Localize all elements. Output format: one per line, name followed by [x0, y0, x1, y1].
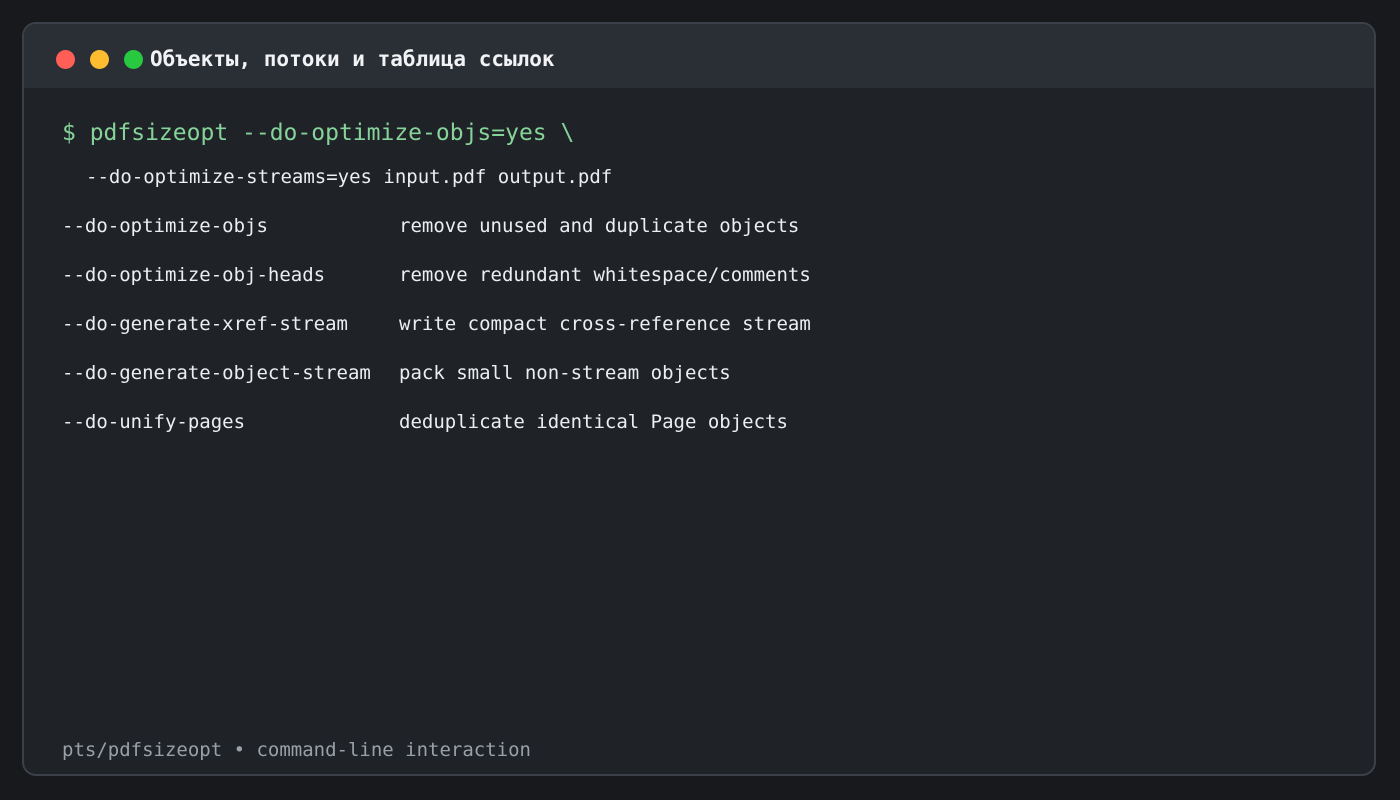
footer-caption: pts/pdfsizeopt • command-line interactio… [62, 739, 531, 761]
option-flag: --do-optimize-obj-heads [62, 264, 326, 286]
option-description: remove unused and duplicate objects [399, 215, 800, 237]
option-row: --do-optimize-obj-heads remove redundant… [62, 263, 1336, 287]
terminal-output: $ pdfsizeopt --do-optimize-objs=yes \ --… [62, 118, 1336, 434]
window-title: Объекты, потоки и таблица ссылок [150, 47, 555, 71]
maximize-window-button[interactable] [124, 50, 143, 69]
option-row: --do-optimize-objs remove unused and dup… [62, 214, 1336, 238]
command-line: $ pdfsizeopt --do-optimize-objs=yes \ [62, 120, 575, 146]
terminal-window: Объекты, потоки и таблица ссылок $ pdfsi… [22, 22, 1376, 776]
title-bar: Объекты, потоки и таблица ссылок [24, 24, 1374, 88]
option-description: write compact cross-reference stream [399, 313, 811, 335]
close-window-button[interactable] [56, 50, 75, 69]
option-flag: --do-optimize-objs [62, 215, 268, 237]
option-row: --do-unify-pages deduplicate identical P… [62, 410, 1336, 434]
option-flag: --do-generate-object-stream [62, 362, 371, 384]
option-row: --do-generate-object-stream pack small n… [62, 361, 1336, 385]
command-continuation: --do-optimize-streams=yes input.pdf outp… [62, 165, 1336, 189]
command-continuation-text: --do-optimize-streams=yes input.pdf outp… [86, 166, 613, 188]
option-row: --do-generate-xref-stream write compact … [62, 312, 1336, 336]
option-flag: --do-unify-pages [62, 411, 246, 433]
minimize-window-button[interactable] [90, 50, 109, 69]
option-description: pack small non-stream objects [399, 362, 731, 384]
option-flag: --do-generate-xref-stream [62, 313, 348, 335]
option-description: remove redundant whitespace/comments [399, 264, 811, 286]
option-description: deduplicate identical Page objects [399, 411, 788, 433]
